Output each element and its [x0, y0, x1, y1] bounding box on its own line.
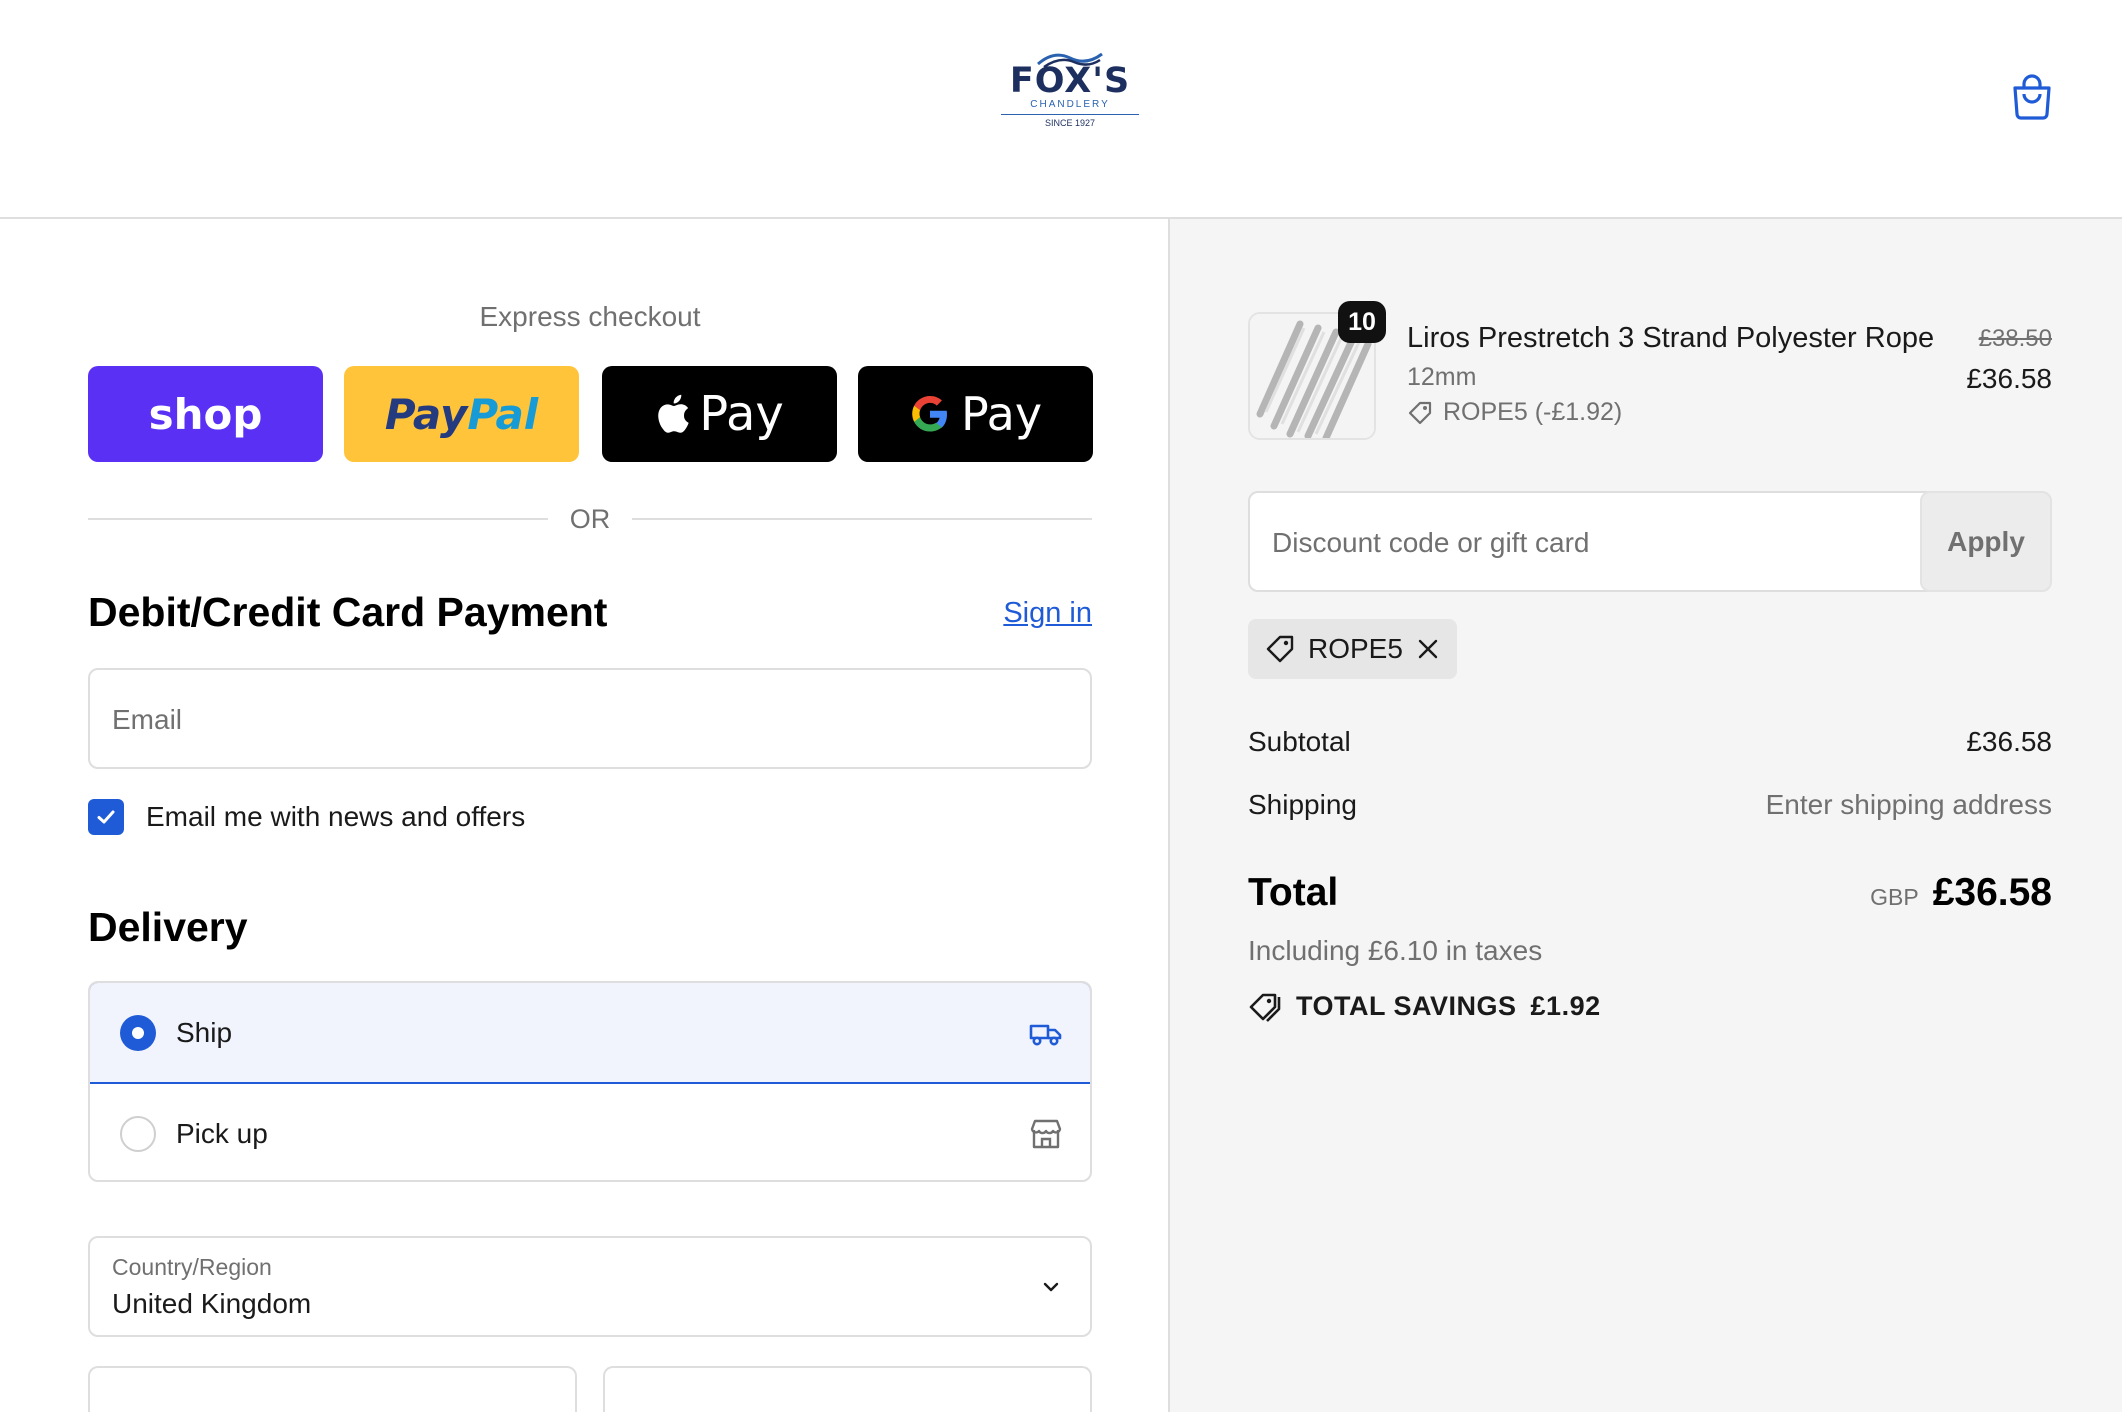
email-field[interactable]: Email [88, 668, 1092, 769]
newsletter-label: Email me with news and offers [146, 801, 526, 832]
newsletter-option[interactable]: Email me with news and offers [88, 798, 525, 836]
paypal-label-part1: Pay [384, 389, 468, 439]
or-text: OR [569, 503, 611, 534]
subtotal-label: Subtotal [1248, 726, 1351, 757]
total-savings: TOTAL SAVINGS £1.92 [1248, 989, 1601, 1023]
currency-code: GBP [1870, 884, 1919, 910]
shop-pay-label: shop [148, 389, 263, 439]
tags-icon [1249, 993, 1281, 1022]
pickup-label: Pick up [176, 1117, 268, 1149]
email-placeholder: Email [112, 704, 183, 735]
paypal-button[interactable]: Pay Pal [344, 366, 579, 462]
google-pay-label: Pay [960, 387, 1043, 441]
apple-pay-label: Pay [699, 386, 784, 442]
chevron-down-icon [1043, 1282, 1059, 1292]
logo-subtitle: CHANDLERY [1030, 99, 1110, 110]
close-icon[interactable] [1415, 636, 1441, 662]
final-price: £36.58 [1966, 363, 2052, 394]
checkout-form: Express checkout shop Pay Pal Pay Pay OR … [0, 219, 1170, 1412]
ship-radio[interactable] [120, 1014, 156, 1051]
header: FOX'S CHANDLERY SINCE 1927 [0, 0, 2122, 219]
total-row: Total GBP £36.58 [1248, 871, 2052, 915]
subtotal-value: £36.58 [1966, 726, 2052, 757]
shopping-bag-icon[interactable] [2010, 72, 2054, 120]
savings-value: £1.92 [1530, 990, 1601, 1021]
last-name-field[interactable] [603, 1366, 1092, 1412]
product-discount: ROPE5 (-£1.92) [1407, 398, 1622, 427]
total-amount: GBP £36.58 [1870, 871, 2052, 915]
apple-icon [658, 394, 689, 433]
first-name-field[interactable] [88, 1366, 577, 1412]
delivery-title: Delivery [88, 904, 248, 950]
shipping-value: Enter shipping address [1765, 789, 2052, 820]
country-select[interactable]: Country/Region United Kingdom [88, 1236, 1092, 1337]
ship-label: Ship [176, 1016, 233, 1048]
discount-code-placeholder: Discount code or gift card [1272, 527, 1590, 558]
delivery-option-pickup[interactable]: Pick up [90, 1084, 1090, 1180]
country-value: United Kingdom [112, 1288, 312, 1319]
logo-divider [1001, 114, 1139, 115]
or-line-left [88, 518, 548, 520]
checkmark-icon [97, 810, 115, 824]
product-variant: 12mm [1407, 363, 1477, 391]
newsletter-checkbox[interactable] [88, 799, 124, 835]
discount-code-input[interactable]: Discount code or gift card [1248, 491, 1972, 592]
card-payment-title: Debit/Credit Card Payment [88, 589, 608, 635]
tax-note: Including £6.10 in taxes [1248, 935, 1543, 966]
paypal-label-part2: Pal [467, 389, 539, 439]
savings-label: TOTAL SAVINGS [1296, 990, 1517, 1021]
applied-discount-tag: ROPE5 [1248, 619, 1457, 679]
total-value: £36.58 [1932, 871, 2052, 914]
logo-since: SINCE 1927 [1044, 118, 1096, 128]
tag-icon [1266, 635, 1294, 663]
shop-pay-button[interactable]: shop [88, 366, 323, 462]
country-label: Country/Region [112, 1254, 272, 1280]
product-discount-text: ROPE5 (-£1.92) [1443, 398, 1623, 426]
applied-discount-code: ROPE5 [1308, 633, 1403, 664]
original-price: £38.50 [1978, 325, 2052, 352]
or-line-right [632, 518, 1092, 520]
apple-pay-button[interactable]: Pay [602, 366, 837, 462]
delivery-option-ship[interactable]: Ship [90, 983, 1090, 1084]
order-summary: 10 Liros Prestretch 3 Strand Polyester R… [1170, 219, 2122, 1412]
delivery-method-group: Ship Pick up [88, 981, 1092, 1182]
store-logo[interactable]: FOX'S CHANDLERY SINCE 1927 [995, 48, 1145, 138]
sign-in-link[interactable]: Sign in [960, 597, 1092, 630]
google-g-icon [912, 396, 947, 432]
google-pay-button[interactable]: Pay [858, 366, 1093, 462]
shipping-label: Shipping [1248, 789, 1357, 820]
shipping-row: Shipping Enter shipping address [1248, 789, 2052, 821]
total-label: Total [1248, 871, 1339, 914]
tag-icon [1408, 401, 1432, 424]
pickup-radio[interactable] [120, 1115, 156, 1152]
subtotal-row: Subtotal £36.58 [1248, 726, 2052, 758]
truck-icon [1029, 1024, 1062, 1045]
express-checkout-title: Express checkout [479, 301, 701, 332]
logo-wordmark: FOX'S [1009, 61, 1131, 101]
apply-button[interactable]: Apply [1920, 491, 2052, 592]
store-icon [1030, 1119, 1062, 1148]
product-name: Liros Prestretch 3 Strand Polyester Rope [1407, 322, 1935, 354]
or-divider: OR [88, 499, 1092, 539]
quantity-badge: 10 [1338, 301, 1386, 343]
